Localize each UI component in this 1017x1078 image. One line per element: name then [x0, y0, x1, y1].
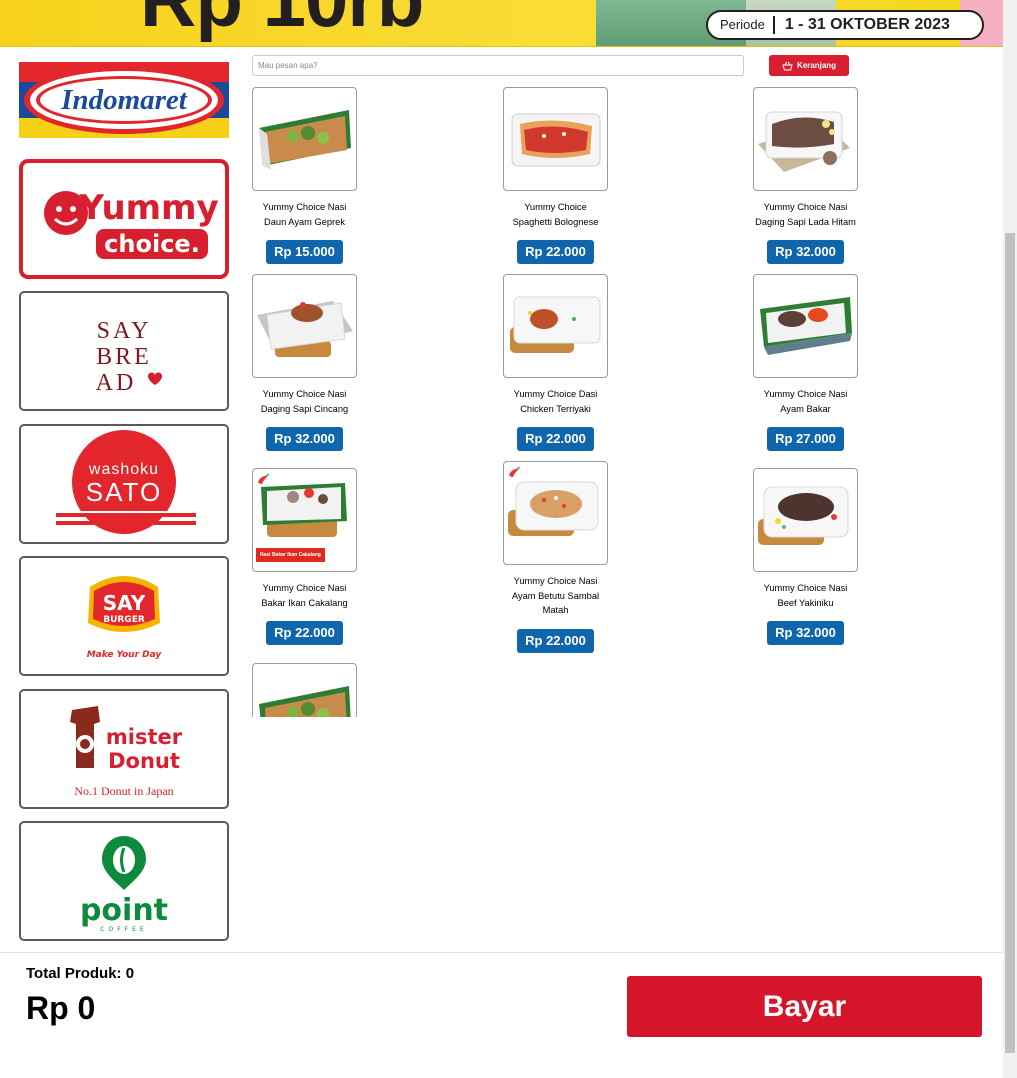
product-price: Rp 27.000 — [767, 427, 844, 452]
product-name: Yummy Choice Nasi Bakar Ikan Cakalang — [261, 583, 348, 608]
point-coffee-logo: point COFFEE — [80, 836, 168, 933]
mister-donut-tagline: No.1 Donut in Japan — [74, 784, 173, 798]
product-name: Yummy Choice Dasi Chicken Terriyaki — [513, 389, 598, 414]
yummy-logo-word-2: choice. — [104, 230, 200, 258]
yummy-choice-logo: Yummy choice. — [44, 188, 219, 259]
product-price: Rp 22.000 — [517, 628, 594, 653]
product-name: Yummy Choice Nasi Ayam Bakar — [763, 389, 848, 414]
product-card[interactable]: Yummy Choice Nasi Ayam Bakar Rp 27.000 — [753, 274, 858, 452]
say-burger-tagline: Make Your Day — [87, 650, 163, 660]
point-logo-text: point — [80, 893, 168, 928]
product-image — [753, 274, 858, 378]
brand-indomaret[interactable]: Indomaret — [19, 62, 229, 138]
product-name: Yummy Choice Nasi Daun Ayam Geprek — [262, 202, 347, 227]
product-image: Nasi Bakar Ikan Cakalang — [252, 468, 357, 572]
product-card[interactable]: Nasi Bakar Ikan Cakalang Yummy Choice Na… — [252, 468, 357, 646]
brand-washoku-sato[interactable]: washoku SATO — [19, 424, 229, 544]
washoku-logo-text: washoku — [88, 461, 159, 478]
product-card[interactable]: Yummy Choice Nasi Beef Yakiniku Rp 32.000 — [753, 468, 858, 646]
sato-logo-text: SATO — [86, 477, 162, 507]
product-price: Rp 22.000 — [266, 621, 343, 646]
indomaret-logo-text: Indomaret — [60, 84, 188, 116]
product-price: Rp 22.000 — [517, 240, 594, 265]
promo-tag: Nasi Bakar Ikan Cakalang — [256, 548, 325, 562]
mister-logo-text: mister — [106, 725, 183, 749]
say-burger-logo: SAY BURGER Make Your Day — [87, 576, 163, 660]
svg-text:SAY: SAY — [97, 318, 152, 344]
spicy-icon — [258, 473, 270, 484]
product-card[interactable]: Yummy Choice Nasi Daging Sapi Lada Hitam … — [753, 87, 858, 265]
total-price: Rp 0 — [26, 990, 96, 1026]
product-name: Yummy Choice Nasi Ayam Betutu Sambal Matah — [511, 576, 600, 616]
product-card[interactable]: Yummy Choice Spaghetti Bolognese Rp 22.00… — [503, 87, 608, 265]
mister-donut-logo: mister Donut No.1 Donut in Japan — [70, 706, 183, 798]
indomaret-logo: Indomaret — [19, 62, 229, 138]
spicy-icon — [509, 466, 521, 477]
say-bread-logo: SAY BRE AD — [96, 318, 162, 396]
product-name: Yummy Choice Nasi Daging Sapi Lada Hitam — [755, 202, 856, 227]
product-price: Rp 32.000 — [767, 240, 844, 265]
point-logo-sub: COFFEE — [100, 926, 147, 933]
brand-say-burger[interactable]: SAY BURGER Make Your Day — [19, 556, 229, 676]
product-card[interactable]: Yummy Choice Nasi Daging Sapi Cincang Rp … — [252, 274, 357, 452]
say-burger-logo-text: SAY — [103, 591, 146, 615]
product-price: Rp 22.000 — [517, 427, 594, 452]
footer-divider — [0, 952, 1003, 953]
search-input[interactable] — [252, 55, 744, 76]
product-card[interactable]: Yummy Choice Nasi Ayam Betutu Sambal Matah… — [503, 461, 608, 653]
product-card[interactable]: Yummy Choice Dasi Chicken Terriyaki Rp 22… — [503, 274, 608, 452]
donut-logo-text: Donut — [108, 749, 180, 773]
product-image — [503, 274, 608, 378]
basket-icon — [782, 61, 793, 70]
product-price: Rp 32.000 — [266, 427, 343, 452]
promo-banner[interactable]: Rp 10rb Periode 1 - 31 OKTOBER 2023 — [0, 0, 1003, 47]
page-scrollbar-thumb[interactable] — [1005, 233, 1015, 1053]
product-image — [503, 87, 608, 191]
product-name: Yummy Choice Spaghetti Bolognese — [512, 202, 599, 227]
svg-text:BRE: BRE — [96, 344, 152, 370]
brand-mister-donut[interactable]: mister Donut No.1 Donut in Japan — [19, 689, 229, 809]
svg-text:AD: AD — [96, 370, 137, 396]
cart-button[interactable]: Keranjang — [769, 55, 849, 76]
banner-period-label: Periode — [708, 16, 775, 34]
product-name: Yummy Choice Nasi Beef Yakiniku — [763, 583, 848, 608]
product-image — [753, 468, 858, 572]
product-card[interactable]: Yummy Choice Nasi Daun Ayam Geprek Rp 15.… — [252, 87, 357, 265]
product-grid: Yummy Choice Nasi Daun Ayam Geprek Rp 15.… — [252, 87, 992, 717]
product-image — [252, 663, 357, 717]
say-burger-logo-sub: BURGER — [103, 615, 145, 625]
product-image — [252, 274, 357, 378]
product-name: Yummy Choice Nasi Daging Sapi Cincang — [260, 389, 349, 414]
brand-point-coffee[interactable]: point COFFEE — [19, 821, 229, 941]
banner-period-badge: Periode 1 - 31 OKTOBER 2023 — [706, 10, 984, 40]
banner-price-text: Rp 10rb — [140, 0, 424, 38]
yummy-logo-word: Yummy — [78, 188, 218, 228]
product-image — [252, 87, 357, 191]
cart-button-label: Keranjang — [796, 61, 837, 70]
banner-period-range: 1 - 31 OKTOBER 2023 — [784, 16, 950, 33]
product-image — [753, 87, 858, 191]
washoku-sato-logo: washoku SATO — [56, 430, 196, 534]
brand-say-bread[interactable]: SAY BRE AD — [19, 291, 229, 411]
brand-yummy-choice[interactable]: Yummy choice. — [19, 159, 229, 279]
product-price: Rp 32.000 — [767, 621, 844, 646]
product-image — [503, 461, 608, 565]
product-price: Rp 15.000 — [266, 240, 343, 265]
product-card[interactable] — [252, 663, 357, 717]
total-products-label: Total Produk: 0 — [26, 965, 135, 982]
pay-button[interactable]: Bayar — [627, 976, 982, 1037]
